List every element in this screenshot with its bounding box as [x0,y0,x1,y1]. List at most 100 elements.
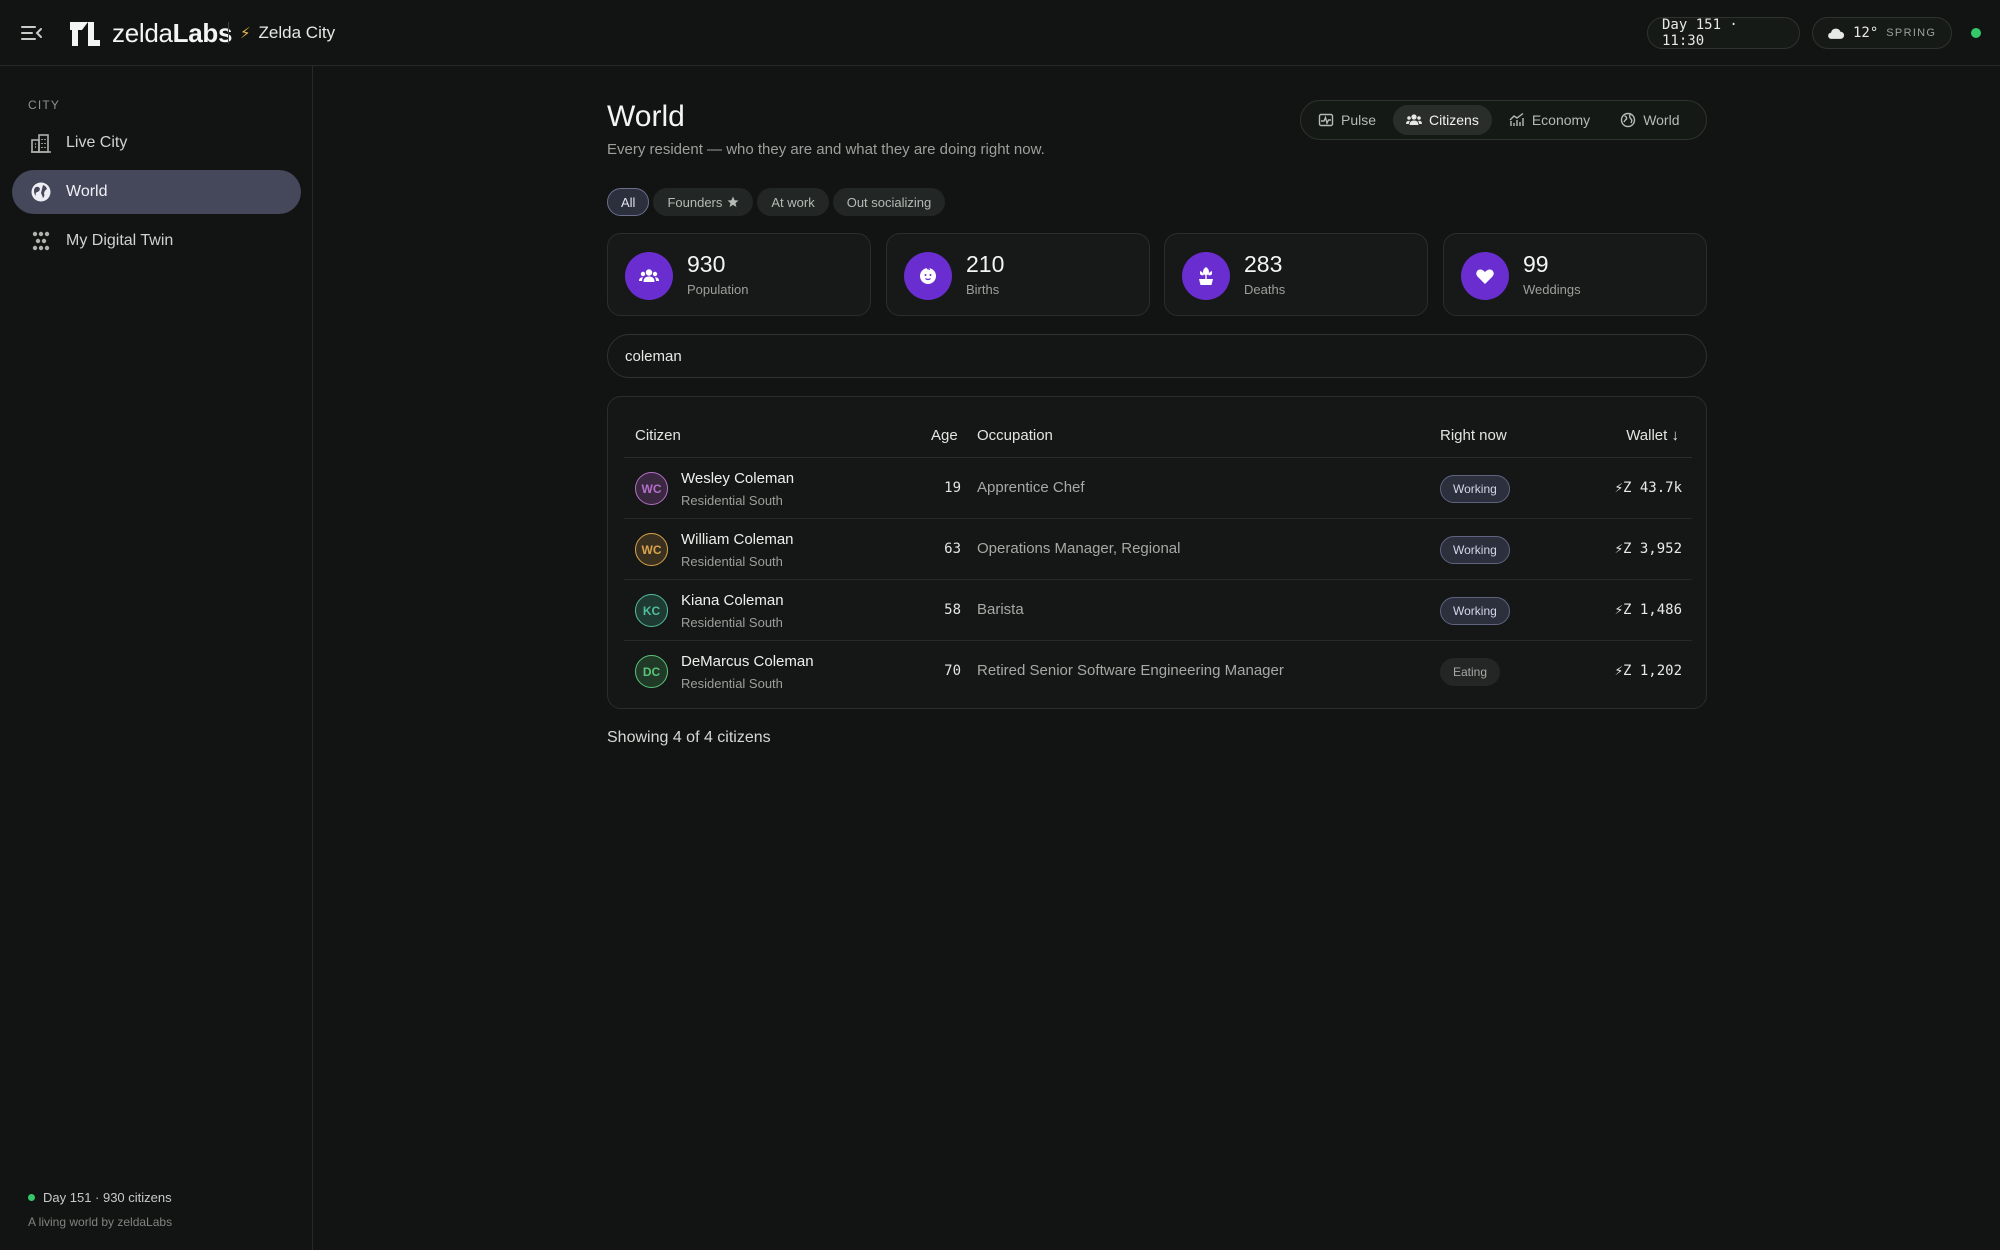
people-icon [1406,114,1423,125]
tab-world[interactable]: World [1607,105,1692,135]
stat-label: Weddings [1523,282,1581,297]
weather-pill: 12° SPRING [1812,17,1952,49]
footer-status-text: Day 151 · 930 citizens [43,1190,172,1205]
sidebar-footer-status: Day 151 · 930 citizens [28,1190,172,1205]
citizen-wallet: ⚡Z 3,952 [1614,541,1682,557]
column-header-age[interactable]: Age [931,427,958,444]
citizens-table: Citizen Age Occupation Right now Wallet … [607,396,1707,709]
stat-value: 283 [1244,251,1283,277]
stat-label: Deaths [1244,282,1286,297]
people-icon [639,269,659,282]
online-status-dot [1971,28,1981,38]
citizen-area: Residential South [681,493,783,508]
tab-citizens[interactable]: Citizens [1393,105,1492,135]
chip-label: At work [771,194,815,210]
stat-card-deaths: 283 Deaths [1164,233,1428,316]
page-title: World [607,100,685,133]
citizen-search-input[interactable] [607,334,1707,378]
stat-card-weddings: 99 Weddings [1443,233,1707,316]
column-header-citizen[interactable]: Citizen [635,427,681,444]
citizen-name: Wesley Coleman [681,470,795,487]
stat-value: 210 [966,251,1005,277]
globe-icon [31,182,51,202]
citizen-age: 63 [944,541,961,557]
sidebar-item-live-city[interactable]: Live City [12,121,301,165]
stat-label: Population [687,282,749,297]
cloud-icon [1828,28,1845,39]
stat-card-births: 210 Births [886,233,1150,316]
chip-label: All [621,194,636,210]
header-divider [228,22,229,44]
top-bar: zeldaLabs ⚡ Zelda City Day 151 · 11:30 1… [0,0,2000,66]
chip-label: Out socializing [846,194,932,210]
column-header-right-now[interactable]: Right now [1440,427,1507,444]
zeldalabs-logo-icon [70,21,100,46]
citizen-area: Residential South [681,615,783,630]
filter-at-work[interactable]: At work [757,188,829,216]
citizen-occupation: Apprentice Chef [977,479,1085,496]
day-time-pill: Day 151 · 11:30 [1647,17,1800,49]
tab-pulse[interactable]: Pulse [1305,105,1389,135]
status-badge: Working [1440,536,1510,564]
menu-collapse-icon[interactable] [20,22,44,44]
city-name: Zelda City [258,23,336,42]
sidebar-item-label: My Digital Twin [66,232,174,249]
stat-label: Births [966,282,1000,297]
table-row[interactable]: KC Kiana Coleman Residential South 58 Ba… [624,580,1692,641]
stat-icon-circle [1182,252,1230,300]
stat-value: 930 [687,251,726,277]
brand-prefix: zelda [112,18,173,48]
column-header-occupation[interactable]: Occupation [977,427,1053,444]
citizen-wallet: ⚡Z 1,202 [1614,663,1682,679]
citizen-occupation: Barista [977,601,1024,618]
citizen-wallet: ⚡Z 1,486 [1614,602,1682,618]
avatar: DC [635,655,668,688]
avatar: WC [635,533,668,566]
sidebar-footer-tagline: A living world by zeldaLabs [28,1215,173,1229]
buildings-icon [31,134,51,153]
column-header-wallet[interactable]: Wallet ↓ [1626,427,1679,444]
chart-icon [1509,112,1524,126]
stat-value: 99 [1523,251,1549,277]
sidebar-item-my-digital-twin[interactable]: My Digital Twin [12,219,301,263]
heart-icon [1476,269,1494,284]
city-selector[interactable]: ⚡ Zelda City [240,23,335,43]
filter-out-socializing[interactable]: Out socializing [832,188,946,216]
pulse-icon [1318,113,1334,127]
status-badge: Working [1440,475,1510,503]
globe-icon [1620,112,1636,128]
filter-all[interactable]: All [607,188,650,216]
page-subtitle: Every resident — who they are and what t… [607,141,1045,158]
star-icon [727,196,739,207]
view-tabs: Pulse Citizens Economy World [1300,100,1707,140]
table-row[interactable]: WC Wesley Coleman Residential South 19 A… [624,458,1692,519]
flower-icon [1199,267,1213,285]
stat-icon-circle [1461,252,1509,300]
baby-icon [920,267,936,284]
network-icon [32,231,50,251]
brand-logo[interactable]: zeldaLabs [68,18,232,49]
table-row[interactable]: WC William Coleman Residential South 63 … [624,519,1692,580]
stat-icon-circle [904,252,952,300]
citizen-name: William Coleman [681,531,794,548]
citizen-occupation: Retired Senior Software Engineering Mana… [977,662,1284,679]
citizen-occupation: Operations Manager, Regional [977,540,1181,557]
sidebar: CITY Live City World My Digital Twin Day… [0,66,313,1250]
citizen-name: DeMarcus Coleman [681,653,814,670]
table-row[interactable]: DC DeMarcus Coleman Residential South 70… [624,641,1692,702]
status-badge: Working [1440,597,1510,625]
sidebar-item-world[interactable]: World [12,170,301,214]
filter-chips: All Founders At work Out socializing [607,188,946,216]
sidebar-item-label: World [66,183,108,200]
sidebar-item-label: Live City [66,134,128,151]
season: SPRING [1886,27,1937,39]
avatar: WC [635,472,668,505]
citizen-area: Residential South [681,676,783,691]
filter-founders[interactable]: Founders [653,188,754,216]
citizen-area: Residential South [681,554,783,569]
sidebar-section-label: CITY [28,98,61,112]
citizen-wallet: ⚡Z 43.7k [1614,480,1682,496]
citizen-name: Kiana Coleman [681,592,784,609]
tab-economy[interactable]: Economy [1496,105,1603,135]
citizen-age: 19 [944,480,961,496]
